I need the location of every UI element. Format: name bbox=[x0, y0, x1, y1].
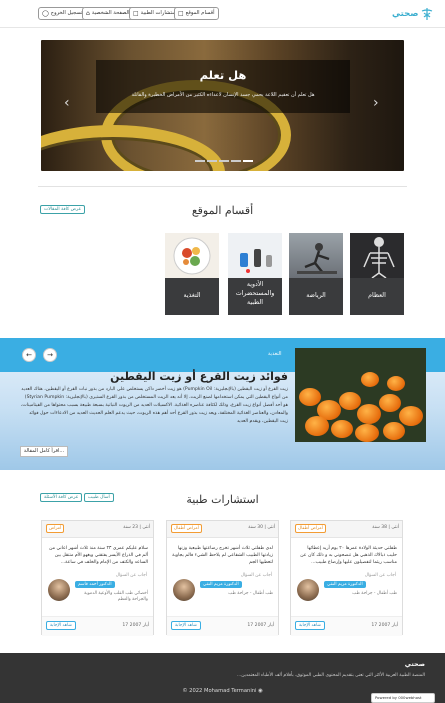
section-card-medicines[interactable]: الأدوية والمستحضرات الطبية bbox=[228, 233, 282, 315]
answered-label: أجاب عن السؤال bbox=[364, 573, 396, 578]
patient-age: أنثى | 23 سنة bbox=[123, 525, 150, 530]
doctor-specialty: أخصائي طب القلب والأوعية الدموية والجراح… bbox=[84, 591, 148, 602]
doctor-avatar bbox=[48, 579, 70, 601]
article-prev-button[interactable]: ← bbox=[22, 348, 36, 362]
sports-image bbox=[289, 233, 343, 278]
doctor-name[interactable]: الدكتور أحمد قاسم bbox=[75, 581, 115, 588]
carousel-indicator[interactable] bbox=[195, 160, 205, 162]
divider bbox=[38, 186, 407, 187]
question-date: 17 أيار 2007 bbox=[371, 623, 398, 628]
carousel-prev-icon[interactable]: ‹ bbox=[64, 95, 70, 111]
doctor-name[interactable]: الدكتورة مريم النقي bbox=[324, 581, 366, 588]
carousel-indicator[interactable] bbox=[207, 160, 217, 162]
medicine-image bbox=[228, 233, 282, 278]
consultation-card: أنثى | 38 سنة أمراض أطفال طفلتي حديثة الو… bbox=[290, 520, 403, 636]
answered-label: أجاب عن السؤال bbox=[240, 573, 272, 578]
user-icon: ◯ bbox=[42, 10, 49, 17]
sections-button[interactable]: □ أقسام الموقع bbox=[174, 7, 219, 20]
host-badge[interactable]: Powered by 000webhost bbox=[371, 693, 435, 703]
doctor-specialty: طب أطفال - جراحة طب bbox=[228, 591, 273, 596]
consultation-card: أنثى | 30 سنة أمراض أطفال لدي طفلتي ثلاث … bbox=[166, 520, 279, 636]
footer-text: المنصة الطبية العربية الأكثر التي تعنى ب… bbox=[236, 673, 425, 678]
sections-title: أقسام الموقع bbox=[191, 204, 254, 217]
view-answer-button[interactable]: شاهد الإجابة bbox=[295, 621, 325, 630]
brand-name: صحتي bbox=[392, 9, 419, 19]
question-text: سلام عليكم عمري ٢٣ سنة منذ ثلاث أشهر اعا… bbox=[49, 546, 148, 565]
consultation-card: أنثى | 23 سنة أمراض سلام عليكم عمري ٢٣ سن… bbox=[41, 520, 154, 636]
category-badge[interactable]: أمراض أطفال bbox=[295, 524, 326, 533]
question-text: لدي طفلتي ثلاث أشهر تخرج رضاعتها طبيعية … bbox=[172, 546, 273, 565]
copyright-text: © 2022 Mohamad Termanini bbox=[182, 688, 257, 694]
carousel-next-icon[interactable]: › bbox=[373, 95, 379, 111]
pumpkins-image bbox=[295, 348, 426, 442]
view-all-articles-button[interactable]: عرض كافة المقالات bbox=[40, 205, 86, 214]
view-all-questions-button[interactable]: عرض كافة الأسئلة bbox=[40, 493, 83, 502]
consultations-title: استشارات طبية bbox=[186, 493, 259, 506]
read-more-button[interactable]: اقرأ كامل المقالة... bbox=[20, 446, 68, 457]
footer-title: صحتي bbox=[404, 660, 425, 668]
carousel-indicator[interactable] bbox=[219, 160, 229, 162]
home-icon: ⌂ bbox=[86, 10, 90, 17]
section-card-label: التغذية bbox=[183, 292, 201, 299]
category-badge[interactable]: أمراض أطفال bbox=[171, 524, 202, 533]
carousel-indicator-active[interactable] bbox=[243, 160, 253, 162]
section-card-label: الرياضة bbox=[306, 292, 326, 299]
section-card-nutrition[interactable]: التغذية bbox=[165, 233, 219, 315]
question-date: 17 أيار 2007 bbox=[122, 623, 149, 628]
section-card-bones[interactable]: العظام bbox=[350, 233, 404, 315]
patient-age: أنثى | 38 سنة bbox=[372, 525, 399, 530]
section-card-label: العظام bbox=[368, 292, 386, 299]
view-answer-button[interactable]: شاهد الإجابة bbox=[171, 621, 201, 630]
carousel-indicator[interactable] bbox=[231, 160, 241, 162]
answered-label: أجاب عن السؤال bbox=[115, 573, 147, 578]
github-icon[interactable]: ◉ bbox=[258, 688, 263, 694]
view-answer-button[interactable]: شاهد الإجابة bbox=[46, 621, 76, 630]
section-card-sports[interactable]: الرياضة bbox=[289, 233, 343, 315]
article-body: زيت القرع أو زيت اليقطين (بالإنجليزية: P… bbox=[20, 387, 288, 424]
book-icon: □ bbox=[178, 10, 184, 17]
skeleton-image bbox=[350, 233, 404, 279]
logout-button[interactable]: ◯ تسجيل الخروج bbox=[38, 7, 87, 20]
brand-logo[interactable]: صحتي bbox=[392, 6, 434, 22]
patient-age: أنثى | 30 سنة bbox=[248, 525, 275, 530]
carousel-caption: هل تعلم هل تعلم أن تعقيم اللاعة يحمي جسد… bbox=[96, 60, 350, 113]
profile-button[interactable]: ⌂ الصفحة الشخصية bbox=[82, 7, 134, 20]
ask-doctor-button[interactable]: أسأل طبيب bbox=[84, 493, 114, 502]
chat-icon: □ bbox=[133, 10, 139, 17]
caduceus-icon bbox=[422, 8, 433, 20]
category-badge[interactable]: أمراض bbox=[46, 524, 65, 533]
article-next-button[interactable]: → bbox=[43, 348, 57, 362]
carousel-title: هل تعلم bbox=[199, 68, 247, 82]
question-text: طفلتي حديثة الولادة عمرها ٢٠ يوم أريد إع… bbox=[300, 546, 397, 565]
food-plate-image bbox=[165, 233, 219, 278]
doctor-avatar bbox=[173, 579, 195, 601]
doctor-specialty: طب أطفال - جراحة طب bbox=[352, 591, 397, 596]
section-card-label: الأدوية والمستحضرات الطبية bbox=[235, 281, 275, 306]
carousel-text: هل تعلم أن تعقيم اللاعة يحمي جسد الإنسان… bbox=[131, 92, 315, 98]
article-title[interactable]: فوائد زيت القرع أو زيت اليقطين bbox=[40, 370, 288, 383]
doctor-name[interactable]: الدكتورة مريم النقي bbox=[200, 581, 242, 588]
article-category: التغذية bbox=[268, 351, 282, 357]
question-date: 17 أيار 2007 bbox=[247, 623, 274, 628]
doctor-avatar bbox=[297, 579, 319, 601]
